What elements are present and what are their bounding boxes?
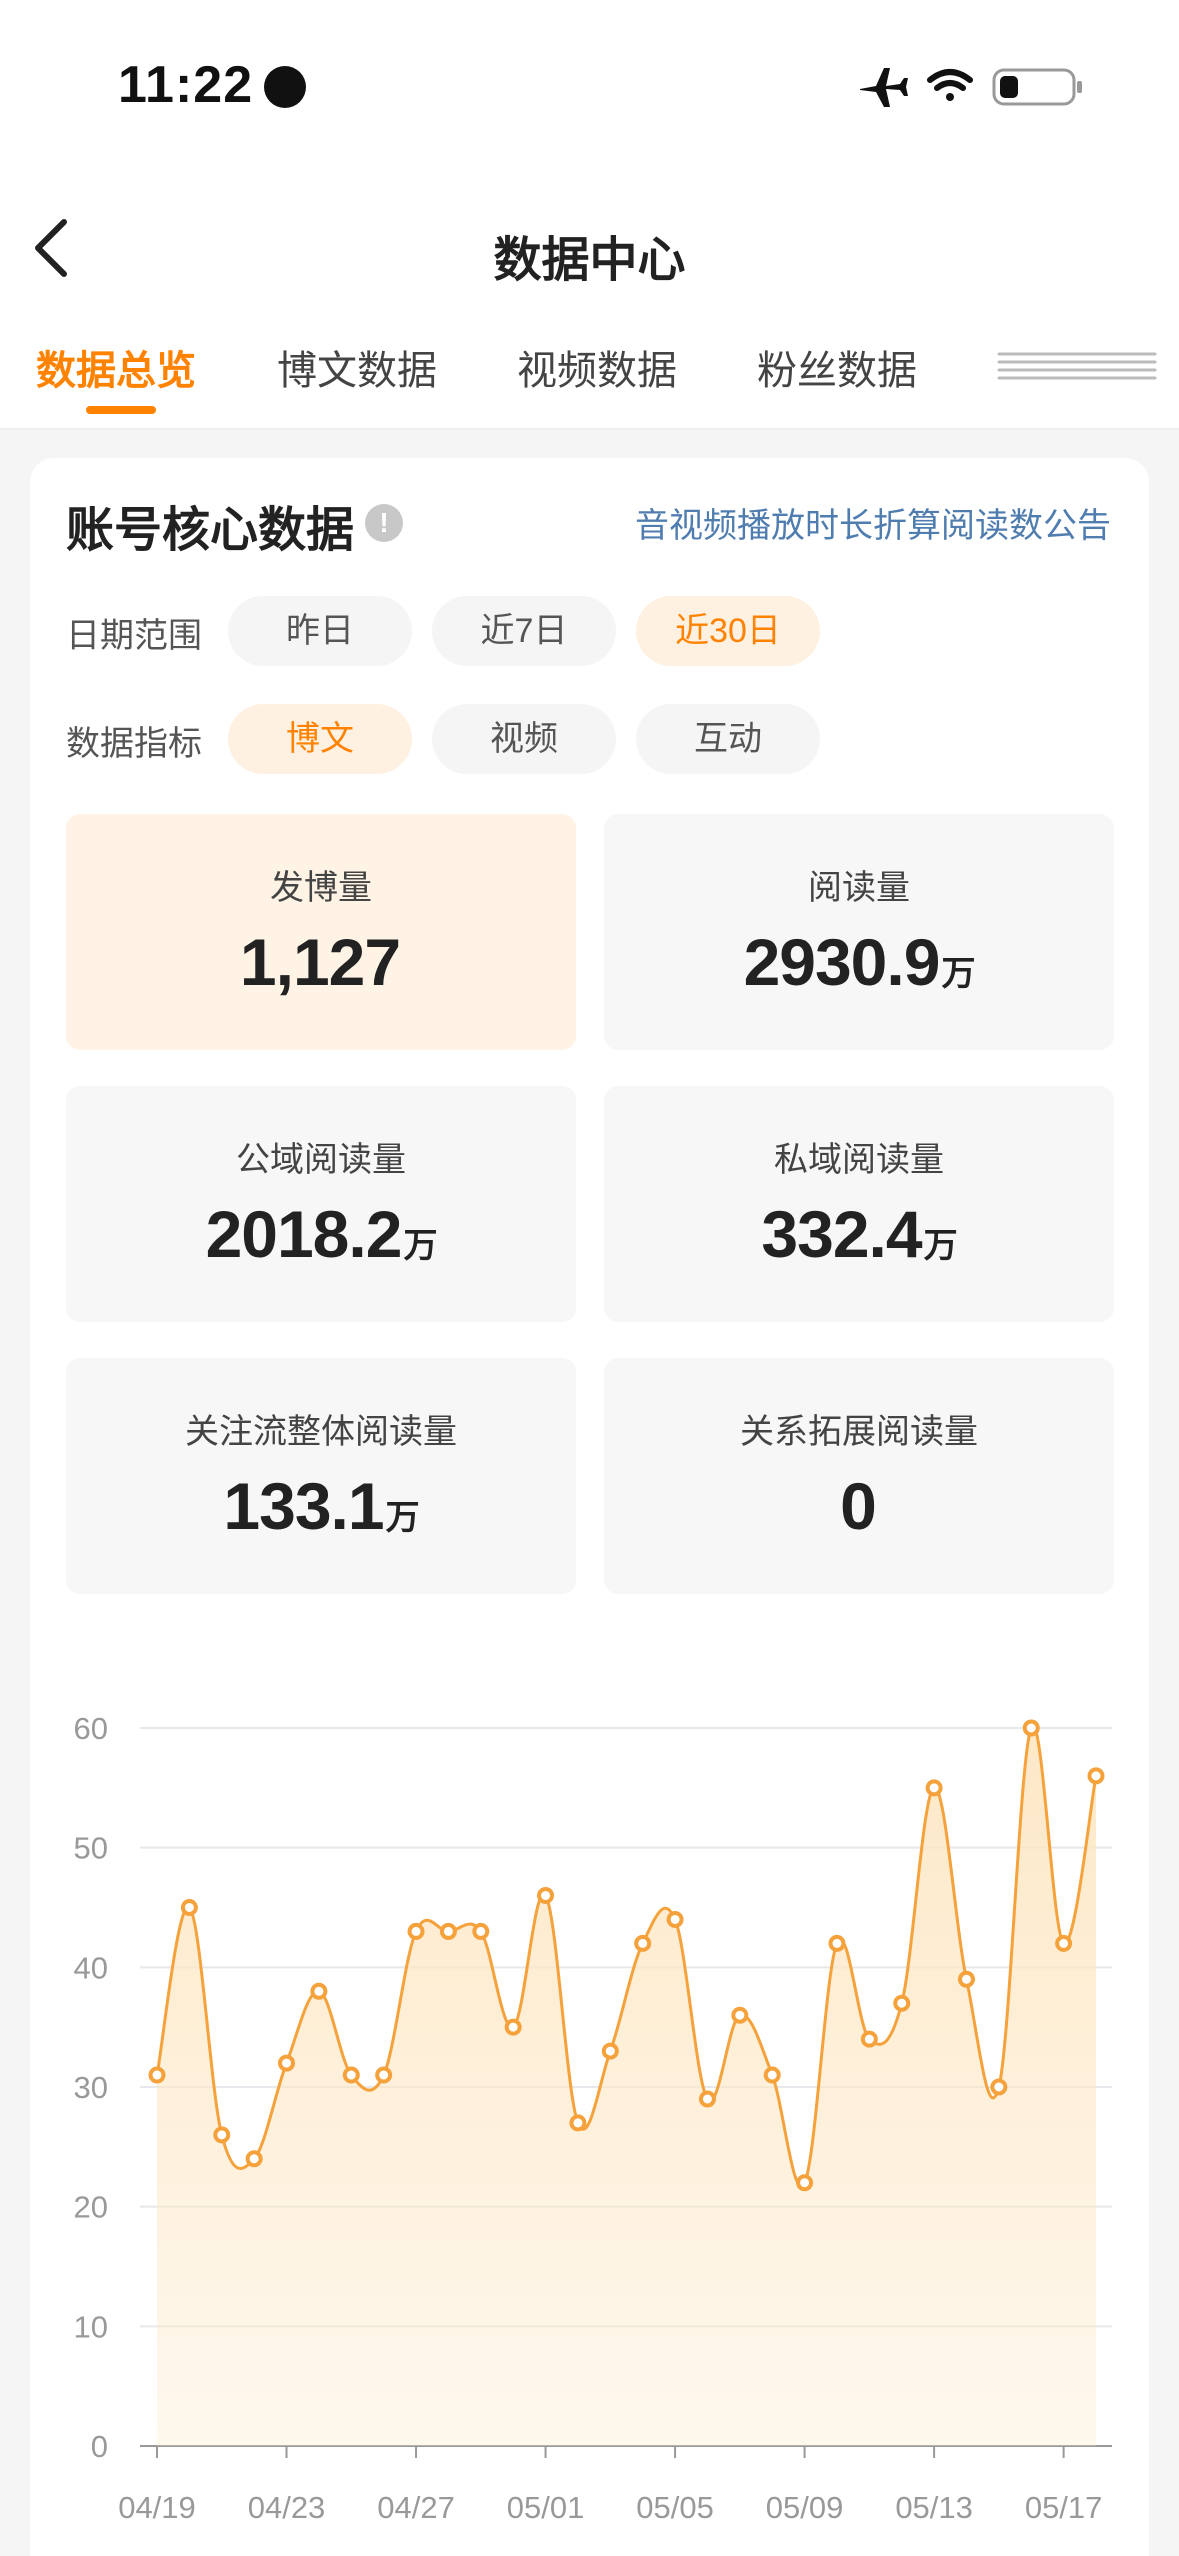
wifi-icon (927, 69, 973, 101)
data-point (569, 2114, 587, 2132)
chart-canvas: 0 10 20 30 40 50 60 04/19 04/23 04/27 05/01 05/05 05… (74, 1711, 1112, 2525)
metric-label: 关系拓展阅读量 (740, 1413, 978, 1451)
date-option-7d[interactable]: 近7日 (432, 596, 616, 666)
data-point (504, 2018, 522, 2036)
notice-link[interactable]: 音视频播放时长折算阅读数公告 (635, 498, 1111, 547)
data-point (407, 1922, 425, 1940)
data-point (472, 1922, 490, 1940)
metric-type-label: 数据指标 (66, 725, 202, 763)
metric-value: 0 (840, 1469, 877, 1543)
data-point (634, 1934, 652, 1952)
x-tick-label: 05/09 (766, 2490, 844, 2525)
data-point (731, 2006, 749, 2024)
data-point (278, 2054, 296, 2072)
x-tick-label: 05/05 (636, 2490, 714, 2525)
data-point (310, 1982, 328, 2000)
metric-card-public-reads[interactable]: 公域阅读量 2018.2万 (66, 1086, 576, 1322)
data-point (537, 1887, 555, 1905)
data-point (1087, 1767, 1105, 1785)
data-point (990, 2078, 1008, 2096)
data-point (860, 2030, 878, 2048)
tab-bar: 数据总览 博文数据 视频数据 粉丝数据 (0, 320, 1179, 430)
tab-overview[interactable]: 数据总览 (36, 338, 196, 396)
airplane-icon (860, 68, 908, 107)
date-range-label: 日期范围 (66, 617, 202, 655)
data-point (601, 2042, 619, 2060)
more-tabs-icon[interactable] (995, 348, 1160, 388)
tab-video[interactable]: 视频数据 (517, 338, 677, 396)
battery-icon (992, 68, 1082, 106)
x-tick-label: 04/23 (248, 2490, 326, 2525)
status-time: 11:22 (118, 56, 254, 114)
series-area (157, 1726, 1096, 2446)
data-point (893, 1994, 911, 2012)
metric-label: 关注流整体阅读量 (185, 1413, 457, 1451)
data-point (213, 2126, 231, 2144)
x-tick-label: 04/27 (377, 2490, 455, 2525)
metric-label: 发博量 (270, 869, 372, 907)
data-point (828, 1934, 846, 1952)
tab-posts[interactable]: 博文数据 (277, 338, 437, 396)
recording-indicator-icon (264, 66, 306, 108)
data-point (957, 1970, 975, 1988)
data-point (245, 2150, 263, 2168)
metric-label: 公域阅读量 (236, 1141, 406, 1179)
status-icons (860, 68, 1082, 107)
y-tick-label: 0 (91, 2429, 108, 2464)
metric-option-posts[interactable]: 博文 (228, 704, 412, 774)
date-option-30d[interactable]: 近30日 (636, 596, 820, 666)
data-point (342, 2066, 360, 2084)
data-point (925, 1779, 943, 1797)
metric-value: 1,127 (239, 925, 401, 999)
page-title: 数据中心 (493, 234, 686, 287)
x-tick-label: 04/19 (118, 2490, 196, 2525)
y-tick-label: 30 (74, 2070, 108, 2105)
x-tick-label: 05/13 (895, 2490, 973, 2525)
data-point (796, 2174, 814, 2192)
data-point (666, 1910, 684, 1928)
metric-value: 2018.2万 (205, 1197, 438, 1271)
metric-card-reads[interactable]: 阅读量 2930.9万 (604, 814, 1114, 1050)
status-bar: 11:22 (0, 0, 1179, 170)
y-tick-label: 50 (74, 1831, 108, 1866)
data-point (1055, 1934, 1073, 1952)
date-option-yesterday[interactable]: 昨日 (228, 596, 412, 666)
metric-label: 私域阅读量 (774, 1141, 944, 1179)
metric-value: 332.4万 (761, 1197, 957, 1271)
data-point (375, 2066, 393, 2084)
metric-label: 阅读量 (808, 869, 910, 907)
data-point (439, 1922, 457, 1940)
y-tick-label: 20 (74, 2190, 108, 2225)
data-point (148, 2066, 166, 2084)
x-tick-label: 05/01 (507, 2490, 585, 2525)
y-tick-label: 60 (74, 1711, 108, 1746)
y-tick-label: 40 (74, 1950, 108, 1985)
nav-bar: 数据中心 (0, 170, 1179, 320)
data-point (1022, 1719, 1040, 1737)
tab-fans[interactable]: 粉丝数据 (757, 338, 917, 396)
metric-option-video[interactable]: 视频 (432, 704, 616, 774)
metric-option-interaction[interactable]: 互动 (636, 704, 820, 774)
card-title: 账号核心数据 (66, 504, 355, 557)
data-point (698, 2090, 716, 2108)
y-tick-label: 10 (74, 2309, 108, 2344)
x-tick-label: 05/17 (1025, 2490, 1103, 2525)
metric-value: 133.1万 (223, 1469, 419, 1543)
data-point (763, 2066, 781, 2084)
active-tab-indicator (86, 406, 156, 414)
metric-card-post-count[interactable]: 发博量 1,127 (66, 814, 576, 1050)
metric-card-relation-reads[interactable]: 关系拓展阅读量 0 (604, 1358, 1114, 1594)
daily-posts-chart: 0 10 20 30 40 50 60 04/19 04/23 04/27 05/01 05/05 05… (0, 1630, 1179, 2556)
metric-value: 2930.9万 (743, 925, 976, 999)
info-icon[interactable]: ! (365, 504, 403, 542)
metric-card-private-reads[interactable]: 私域阅读量 332.4万 (604, 1086, 1114, 1322)
data-point (180, 1899, 198, 1916)
metric-card-follow-feed-reads[interactable]: 关注流整体阅读量 133.1万 (66, 1358, 576, 1594)
